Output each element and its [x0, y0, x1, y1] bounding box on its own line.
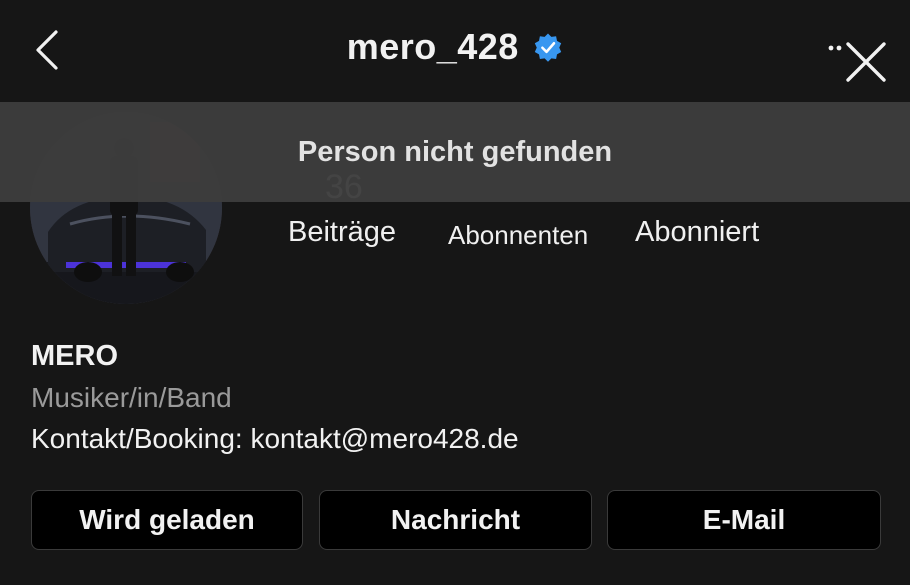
error-toast: Person nicht gefunden	[0, 102, 910, 202]
profile-category: Musiker/in/Band	[31, 382, 232, 413]
close-icon	[846, 42, 886, 82]
profile-display-name: MERO	[31, 340, 118, 372]
verified-badge-icon	[535, 33, 562, 62]
following-stat-label[interactable]: Abonniert	[635, 216, 759, 249]
followers-stat-label[interactable]: Abonnenten	[448, 220, 588, 251]
message-button[interactable]: Nachricht	[319, 490, 592, 550]
profile-username: mero_428	[346, 26, 519, 67]
follow-loading-button[interactable]: Wird geladen	[31, 490, 303, 550]
profile-header: mero_428	[0, 0, 910, 104]
close-button[interactable]	[842, 38, 890, 86]
email-button[interactable]: E-Mail	[607, 490, 881, 550]
toast-message: Person nicht gefunden	[297, 135, 613, 168]
posts-stat-label[interactable]: Beiträge	[288, 216, 396, 249]
profile-contact-line[interactable]: Kontakt/Booking: kontakt@mero428.de	[31, 423, 519, 455]
title-container: mero_428	[0, 26, 910, 68]
